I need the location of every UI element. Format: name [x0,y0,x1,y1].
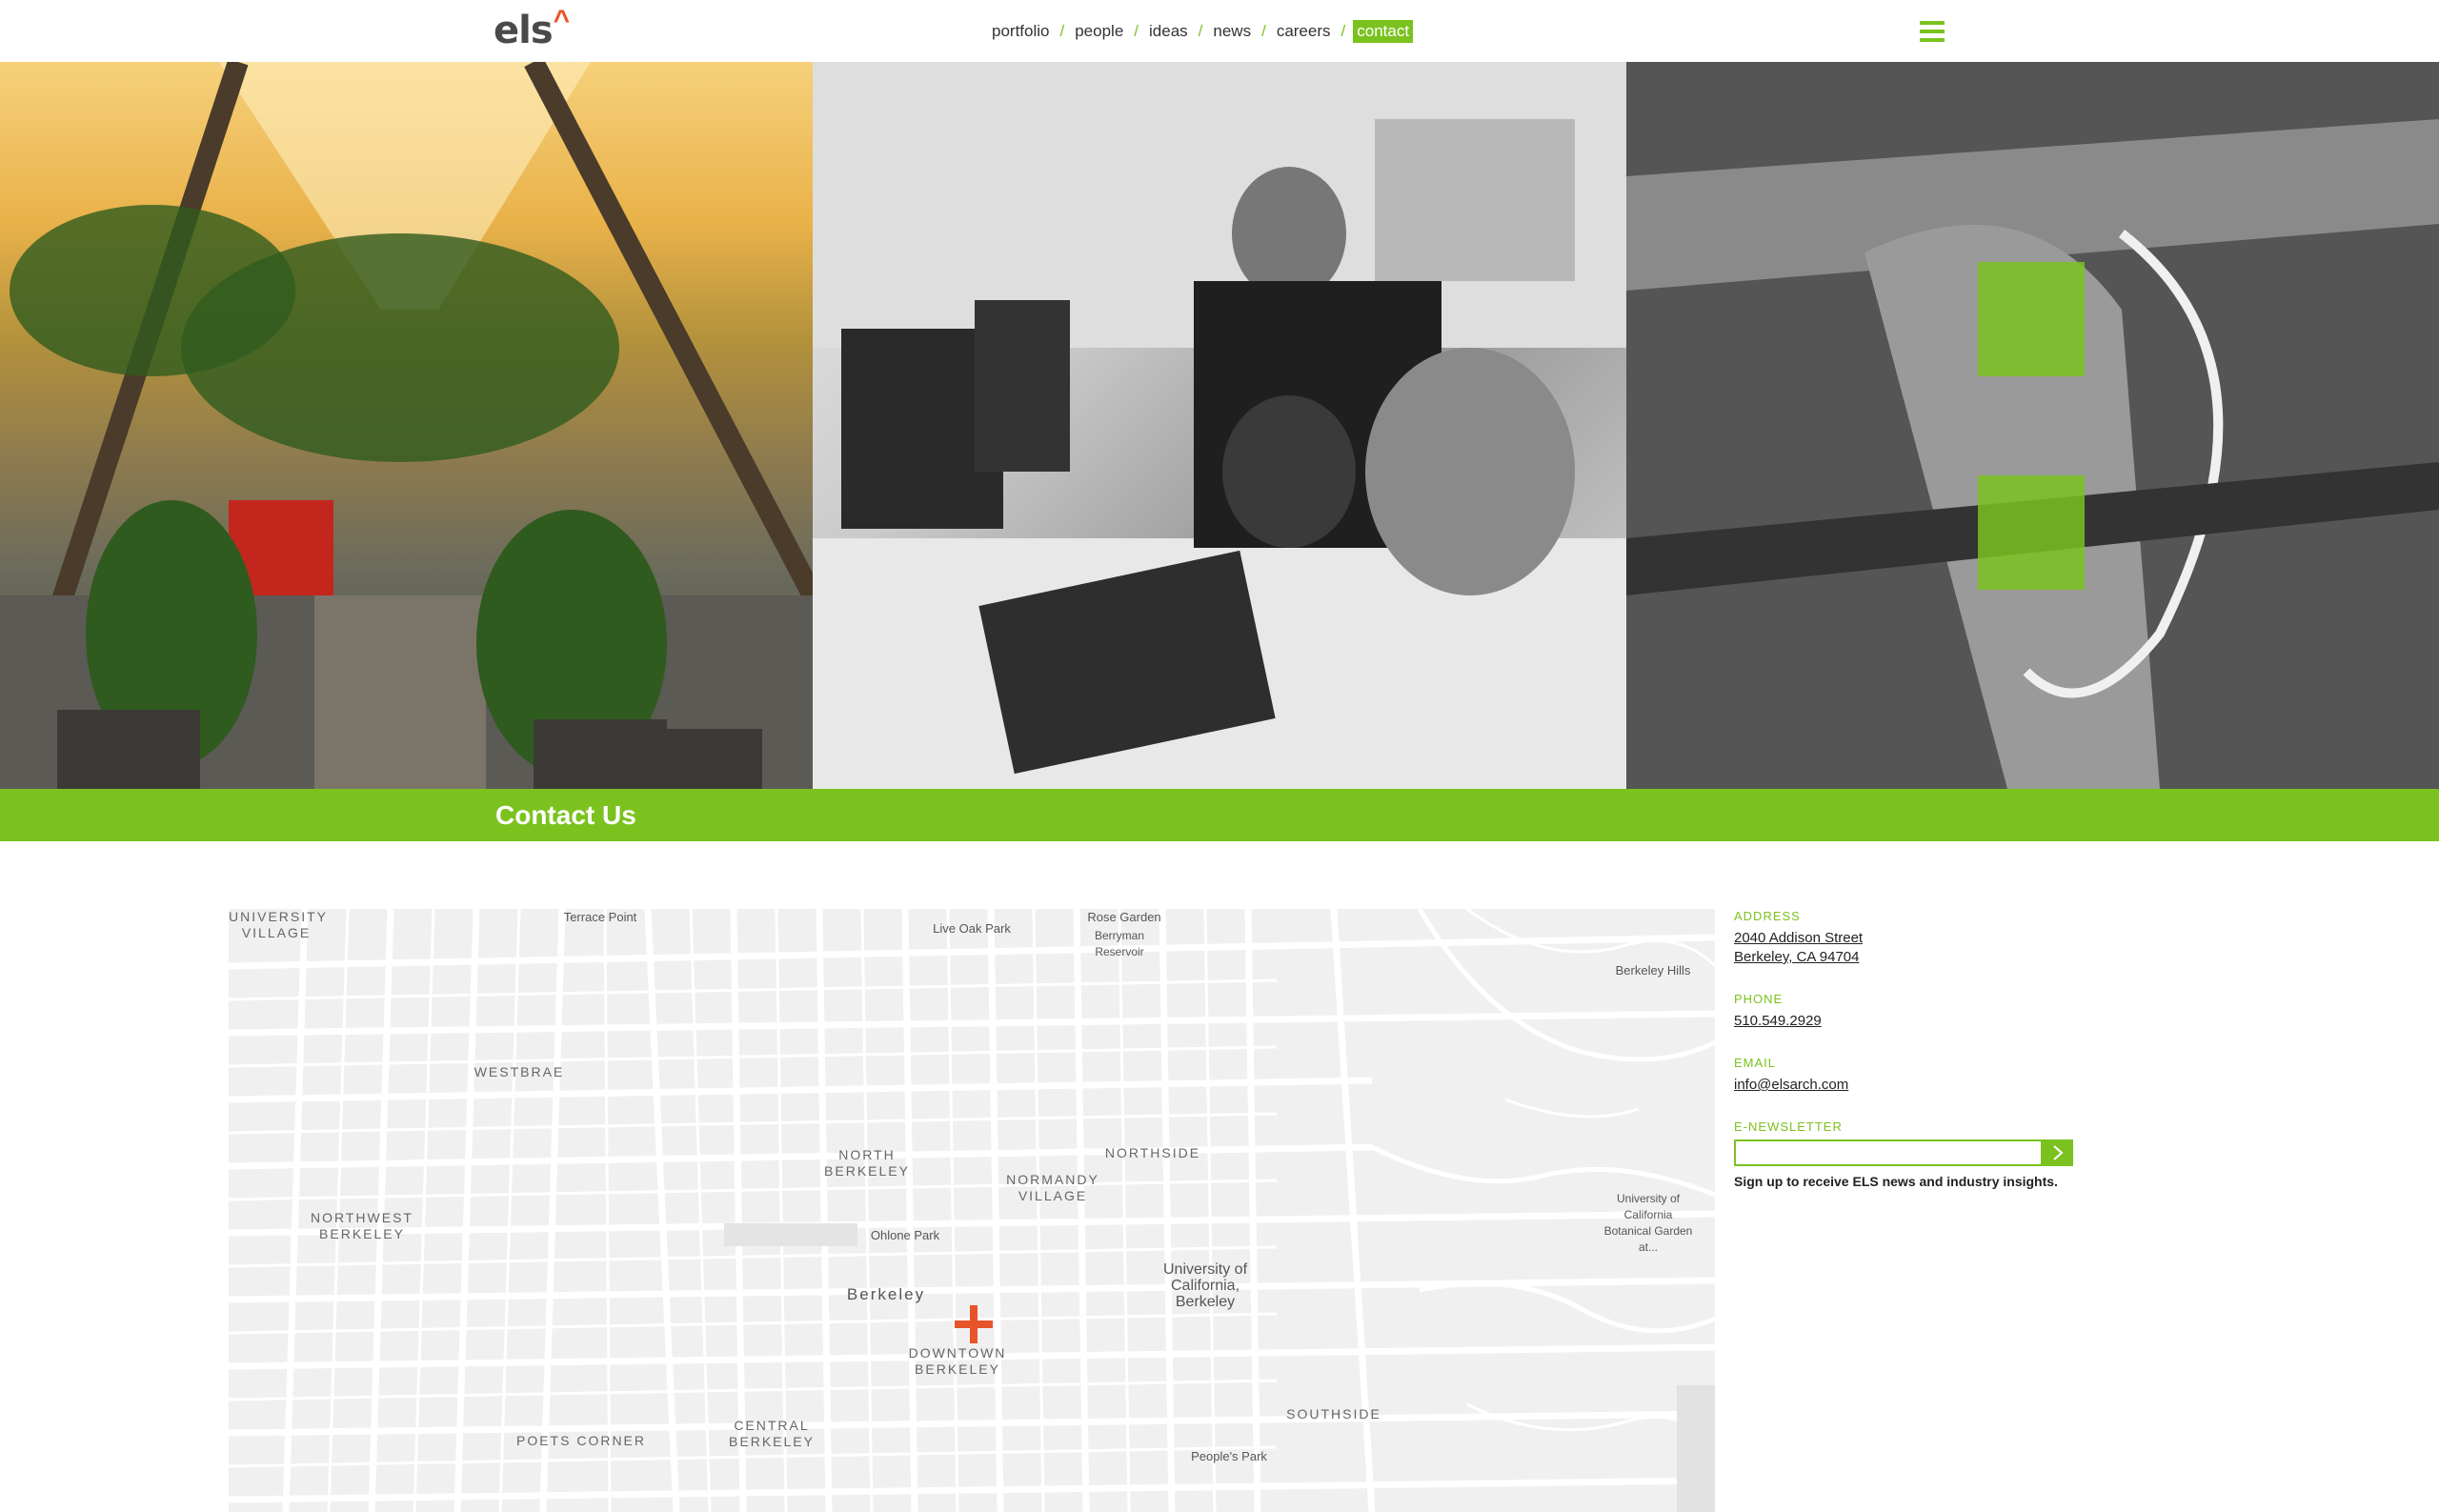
nav-news[interactable]: news [1210,20,1254,43]
email-link[interactable]: info@elsarch.com [1734,1076,2077,1095]
map-pin-cross-icon[interactable] [955,1305,993,1343]
map-label-terrace-point: Terrace Point [563,910,637,924]
nav-people[interactable]: people [1072,20,1126,43]
newsletter-form [1734,1139,2077,1166]
newsletter-group: E-NEWSLETTER Sign up to receive ELS news… [1734,1119,2077,1189]
address-line1-link[interactable]: 2040 Addison Street [1734,929,2077,948]
address-group: ADDRESS 2040 Addison Street Berkeley, CA… [1734,909,2077,967]
nav-portfolio[interactable]: portfolio [989,20,1052,43]
location-map[interactable]: UNIVERSITY VILLAGE Terrace Point Rose Ga… [229,909,1715,1512]
address-line2-link[interactable]: Berkeley, CA 94704 [1734,948,2077,967]
hamburger-icon[interactable] [1920,21,1945,42]
green-overlay-square-bottom [1978,475,2085,590]
newsletter-submit-button[interactable] [2043,1139,2073,1166]
map-label-uc-berkeley: University of California, Berkeley [1162,1261,1248,1310]
address-label: ADDRESS [1734,909,1801,923]
map-label-westbrae: WESTBRAE [474,1064,565,1079]
nav-ideas[interactable]: ideas [1146,20,1191,43]
map-label-university-village: UNIVERSITY VILLAGE [229,909,329,940]
map-label-northside: NORTHSIDE [1104,1145,1201,1160]
logo-text: els [494,9,554,52]
map-label-berkeley-hills: Berkeley Hills [1615,963,1691,978]
nav-separator: / [1059,22,1065,40]
hero-image-strip [0,62,2439,789]
map-label-ohlone-park: Ohlone Park [870,1228,940,1242]
map-label-downtown-berkeley: DOWNTOWN BERKELEY [908,1345,1007,1377]
map-label-northwest-berkeley: NORTHWEST BERKELEY [311,1210,413,1241]
green-overlay-square-top [1978,262,2085,376]
map-label-rose-garden: Rose Garden [1087,910,1161,924]
map-label-berryman-reservoir: Berryman Reservoir [1094,929,1144,958]
nav-separator: / [1134,22,1139,40]
map-label-live-oak-park: Live Oak Park [933,921,1011,936]
bicycle-handlebar-photo [1626,62,2439,789]
main-nav: portfolio / people / ideas / news / care… [989,19,1414,44]
phone-group: PHONE 510.549.2929 [1734,992,2077,1031]
contact-info: ADDRESS 2040 Addison Street Berkeley, CA… [1734,909,2077,1214]
email-label: EMAIL [1734,1056,1777,1070]
nav-separator: / [1198,22,1203,40]
nav-separator: / [1261,22,1266,40]
chevron-right-icon [2053,1145,2064,1160]
nav-careers[interactable]: careers [1274,20,1334,43]
logo-caret: ^ [553,5,571,36]
phone-link[interactable]: 510.549.2929 [1734,1012,2077,1031]
els-logo[interactable]: els ^ [494,5,571,52]
newsletter-label: E-NEWSLETTER [1734,1119,1843,1134]
map-label-normandy-village: NORMANDY VILLAGE [1006,1172,1099,1203]
email-group: EMAIL info@elsarch.com [1734,1056,2077,1095]
nav-contact[interactable]: contact [1353,20,1414,43]
map-label-southside: SOUTHSIDE [1286,1406,1381,1421]
page-title-band: Contact Us [0,789,2439,841]
phone-label: PHONE [1734,992,1784,1006]
site-header: els ^ portfolio / people / ideas / news … [0,0,2439,62]
team-at-computer-photo [813,62,1626,789]
map-label-north-berkeley: NORTH BERKELEY [824,1147,910,1179]
page-title: Contact Us [495,800,636,830]
map-label-central-berkeley: CENTRAL BERKELEY [729,1418,815,1449]
nav-separator: / [1340,22,1346,40]
map-label-berkeley: Berkeley [846,1285,926,1303]
map-label-poets-corner: POETS CORNER [515,1433,646,1448]
newsletter-note: Sign up to receive ELS news and industry… [1734,1174,2058,1189]
office-atrium-photo [0,62,813,789]
map-label-botanical-garden: University of California Botanical Garde… [1603,1192,1693,1254]
map-label-peoples-park: People's Park [1191,1449,1267,1463]
newsletter-email-input[interactable] [1734,1139,2043,1166]
